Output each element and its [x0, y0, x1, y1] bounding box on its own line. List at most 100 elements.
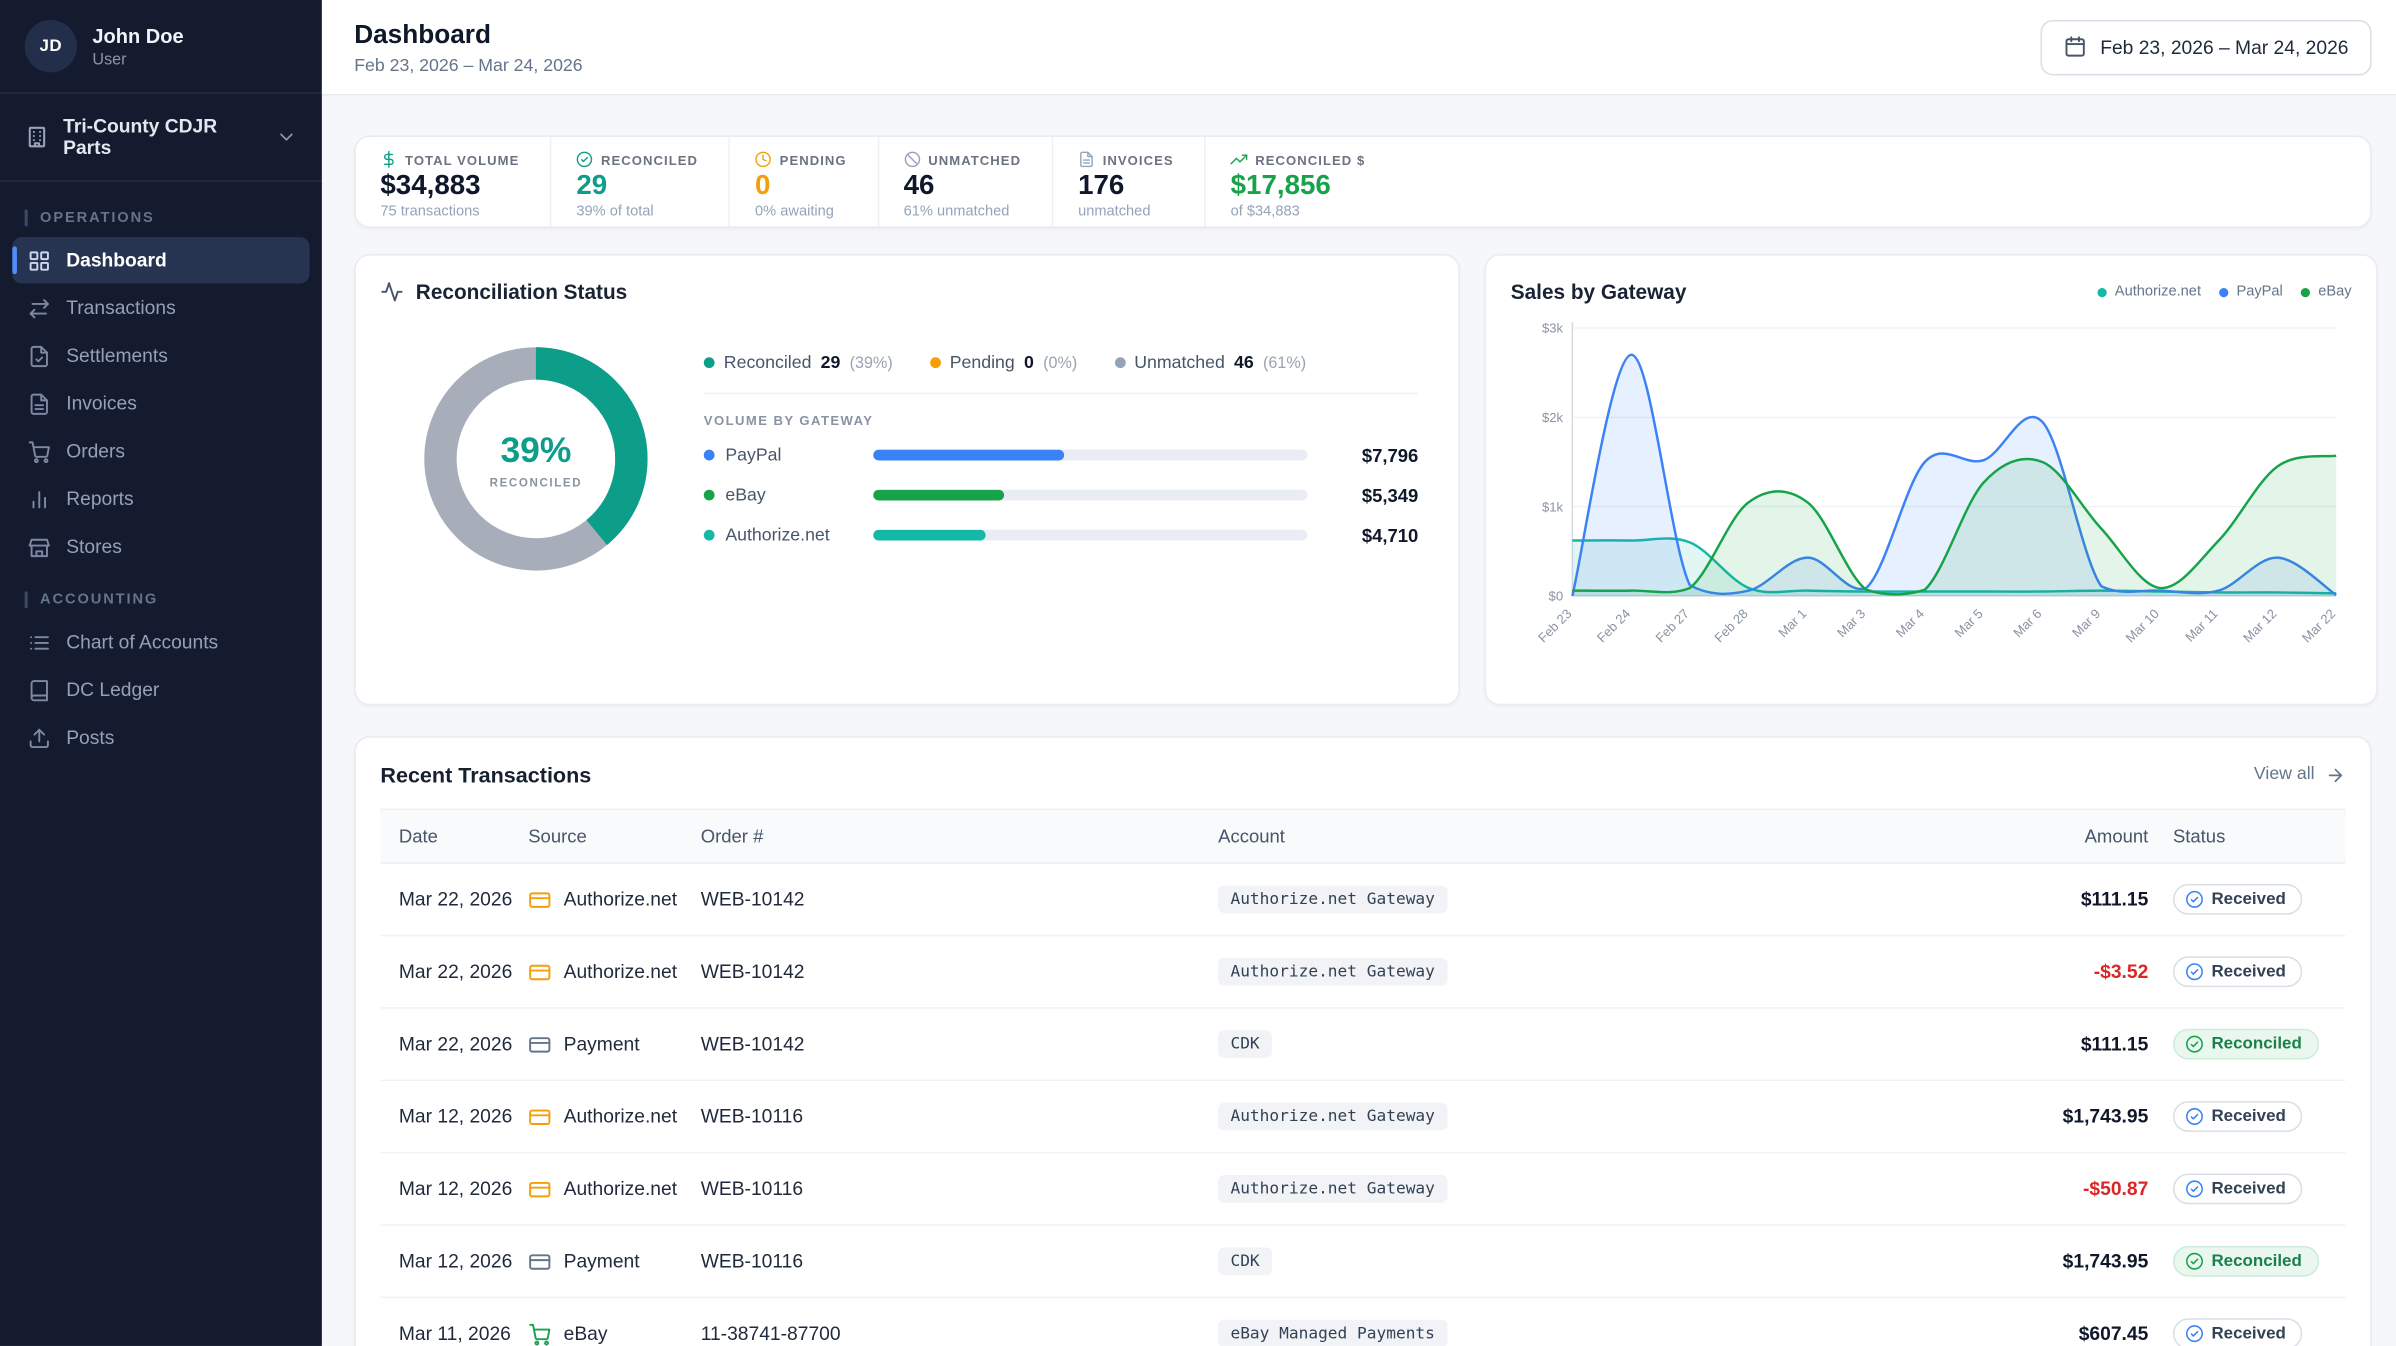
gateway-bar-fill	[873, 530, 986, 541]
trending-up-icon	[1231, 151, 1248, 168]
sidebar-item-label: Stores	[66, 536, 122, 558]
stat-pending: PENDING00% awaiting	[729, 137, 878, 226]
sidebar-item-invoices[interactable]: Invoices	[12, 380, 309, 426]
nav-section-label: OPERATIONS	[25, 209, 298, 226]
sidebar-item-orders[interactable]: Orders	[12, 428, 309, 474]
date-text: Mar 12, 2026	[399, 1249, 522, 1274]
grid-icon	[28, 249, 51, 272]
sidebar-item-label: Invoices	[66, 393, 137, 415]
svg-text:Feb 28: Feb 28	[1711, 606, 1750, 645]
stat-label: RECONCILED $	[1255, 152, 1365, 167]
gateway-bars: PayPal$7,796eBay$5,349Authorize.net$4,71…	[704, 444, 1419, 546]
stat-header: PENDING	[755, 151, 847, 168]
date-text: Mar 22, 2026	[399, 1032, 522, 1057]
reconciliation-donut: 39% RECONCILED	[420, 343, 651, 574]
svg-text:Mar 6: Mar 6	[2010, 606, 2044, 640]
date-text: Mar 22, 2026	[399, 959, 522, 984]
table-row[interactable]: Mar 22, 2026PaymentWEB-10142CDK$111.15Re…	[380, 1009, 2345, 1081]
sidebar-item-reports[interactable]: Reports	[12, 476, 309, 522]
book-icon	[28, 678, 51, 701]
sidebar-item-stores[interactable]: Stores	[12, 524, 309, 570]
cell-account: Authorize.net Gateway	[1200, 1175, 1958, 1203]
cards-row: Reconciliation Status 39% RECONCILED Rec…	[354, 254, 2371, 705]
sidebar-item-settlements[interactable]: Settlements	[12, 333, 309, 379]
sidebar-item-dc-ledger[interactable]: DC Ledger	[12, 667, 309, 713]
sidebar-nav: OPERATIONS Dashboard Transactions Settlemen…	[0, 182, 322, 1346]
status-label: Received	[2211, 963, 2285, 981]
cell-date: Mar 11, 2026	[380, 1321, 509, 1346]
sales-title: Sales by Gateway	[1511, 280, 1687, 303]
gateway-bar-track	[873, 490, 1307, 501]
gateway-bar-fill	[873, 490, 1003, 501]
activity-icon	[380, 280, 403, 303]
check-circle-icon	[2185, 1252, 2203, 1270]
sales-legend-label: Authorize.net	[2115, 283, 2201, 300]
svg-text:Mar 12: Mar 12	[2240, 606, 2279, 645]
source-label: Authorize.net	[564, 1178, 677, 1200]
nav-section-text: OPERATIONS	[40, 209, 155, 226]
table-row[interactable]: Mar 22, 2026Authorize.netWEB-10142Author…	[380, 864, 2345, 936]
svg-text:$0: $0	[1549, 589, 1564, 604]
status-badge: Received	[2173, 956, 2303, 987]
status-badge: Reconciled	[2173, 1246, 2319, 1277]
user-name: John Doe	[92, 24, 183, 47]
recent-transactions-card: Recent Transactions View all DateSourceO…	[354, 736, 2371, 1346]
credit-card-icon	[528, 1177, 551, 1200]
table-row[interactable]: Mar 22, 2026Authorize.netWEB-10142Author…	[380, 936, 2345, 1008]
stat-header: TOTAL VOLUME	[380, 151, 519, 168]
legend-dot	[1114, 357, 1125, 368]
sidebar-item-label: Transactions	[66, 297, 175, 319]
stat-value: 29	[576, 171, 698, 200]
check-circle-icon	[2185, 963, 2203, 981]
table-row[interactable]: Mar 12, 2026PaymentWEB-10116CDK$1,743.95…	[380, 1226, 2345, 1298]
sidebar-item-posts[interactable]: Posts	[12, 715, 309, 761]
clock-icon	[755, 151, 772, 168]
stat-sub: 61% unmatched	[904, 203, 1021, 220]
table-row[interactable]: Mar 12, 2026Authorize.netWEB-10116Author…	[380, 1081, 2345, 1153]
account-badge: Authorize.net Gateway	[1218, 1175, 1447, 1203]
source-label: Payment	[564, 1250, 640, 1272]
cell-source: Authorize.net	[510, 1105, 682, 1128]
gateway-label: PayPal	[704, 446, 858, 464]
user-profile[interactable]: JD John Doe User	[0, 0, 322, 92]
cell-amount: $1,743.95	[1957, 1250, 2154, 1272]
stat-label: INVOICES	[1103, 152, 1174, 167]
table-row[interactable]: Mar 12, 2026Authorize.netWEB-10116Author…	[380, 1153, 2345, 1225]
app: JD John Doe User Tri-County CDJR Parts O…	[0, 0, 2396, 1346]
sales-legend-label: eBay	[2318, 283, 2351, 300]
stat-value: 0	[755, 171, 847, 200]
sidebar-item-label: Posts	[66, 727, 114, 749]
sidebar-item-chart-of-accounts[interactable]: Chart of Accounts	[12, 619, 309, 665]
account-badge: CDK	[1218, 1030, 1272, 1058]
cell-amount: $1,743.95	[1957, 1106, 2154, 1128]
date-range-label: Feb 23, 2026 – Mar 24, 2026	[2100, 36, 2348, 58]
stat-sub: unmatched	[1078, 203, 1174, 220]
svg-text:$3k: $3k	[1542, 321, 1564, 336]
gateway-row-authorize-net: Authorize.net$4,710	[704, 524, 1419, 546]
cell-status: Received	[2154, 1101, 2345, 1132]
reconciliation-card: Reconciliation Status 39% RECONCILED Rec…	[354, 254, 1460, 705]
status-label: Reconciled	[2211, 1035, 2301, 1053]
stats-row: TOTAL VOLUME$34,88375 transactionsRECONC…	[354, 136, 2371, 228]
svg-text:Mar 3: Mar 3	[1834, 606, 1868, 640]
table-row[interactable]: Mar 11, 2026eBay11-38741-87700eBay Manag…	[380, 1298, 2345, 1346]
sidebar-item-transactions[interactable]: Transactions	[12, 285, 309, 331]
dollar-icon	[380, 151, 397, 168]
cell-order-number: WEB-10116	[682, 1250, 1199, 1272]
legend-dot	[704, 490, 715, 501]
status-badge: Received	[2173, 884, 2303, 915]
user-role: User	[92, 50, 183, 68]
page-subtitle: Feb 23, 2026 – Mar 24, 2026	[354, 56, 582, 74]
stat-label: PENDING	[780, 152, 847, 167]
cell-account: Authorize.net Gateway	[1200, 1103, 1958, 1131]
svg-text:Mar 11: Mar 11	[2182, 606, 2221, 645]
date-range-button[interactable]: Feb 23, 2026 – Mar 24, 2026	[2040, 19, 2371, 74]
arrow-right-icon	[2325, 765, 2345, 785]
sidebar-item-dashboard[interactable]: Dashboard	[12, 237, 309, 283]
cell-order-number: WEB-10142	[682, 1033, 1199, 1055]
legend-dot	[704, 357, 715, 368]
sales-card-header: Sales by Gateway Authorize.netPayPaleBay	[1511, 280, 2352, 303]
company-selector[interactable]: Tri-County CDJR Parts	[0, 94, 322, 180]
cell-date: Mar 22, 2026	[380, 1032, 509, 1057]
view-all-link[interactable]: View all	[2254, 765, 2346, 785]
